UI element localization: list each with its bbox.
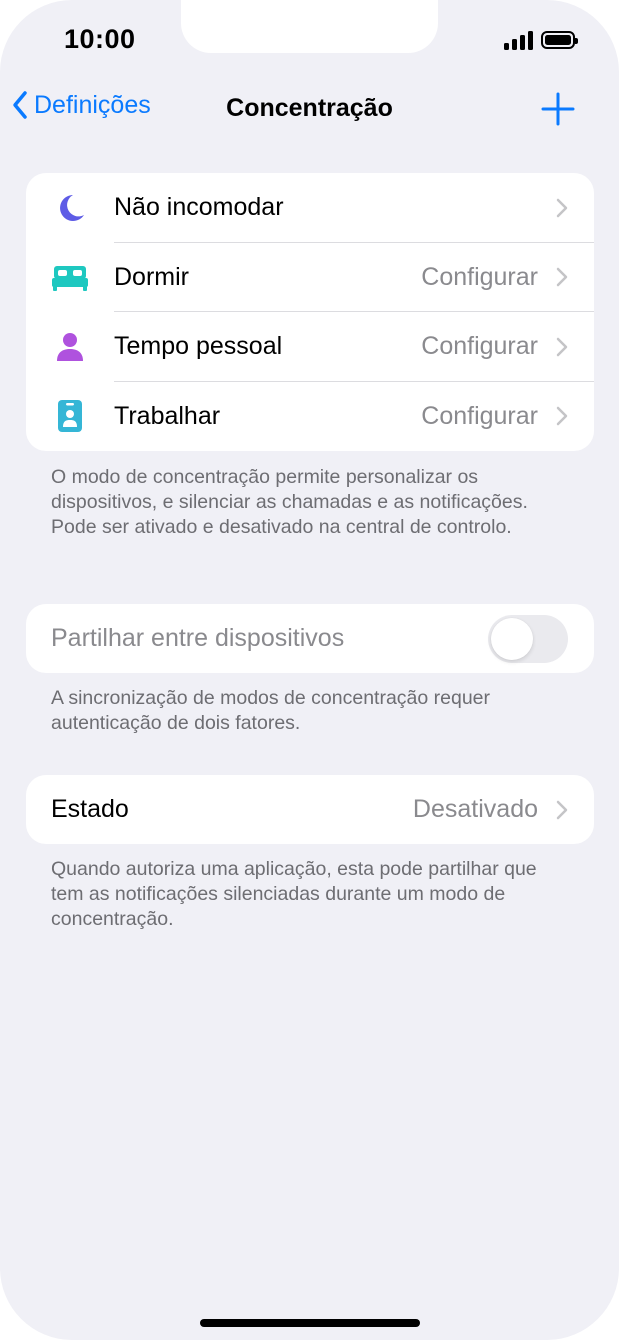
page-title: Concentração (226, 94, 393, 122)
focus-mode-label: Tempo pessoal (114, 332, 283, 361)
moon-icon (51, 189, 89, 227)
share-footer: A sincronização de modos de concentração… (51, 687, 491, 734)
focus-mode-value: Configurar (421, 401, 538, 430)
status-footer: Quando autoriza uma aplicação, esta pode… (51, 858, 537, 930)
chevron-right-icon (556, 268, 568, 287)
chevron-right-icon (556, 800, 568, 819)
focus-mode-label: Não incomodar (114, 193, 284, 222)
toggle-knob (491, 617, 533, 660)
status-icons (504, 30, 578, 50)
focus-mode-label: Dormir (114, 262, 189, 291)
focus-modes-list: Não incomodar Dormir Configurar Tempo pe… (26, 173, 594, 451)
status-label: Estado (51, 795, 129, 823)
focus-modes-footer: O modo de concentração permite personali… (51, 466, 528, 538)
notch (181, 0, 438, 53)
chevron-right-icon (556, 198, 568, 217)
status-group: Estado Desativado (26, 775, 594, 844)
focus-mode-trabalhar[interactable]: Trabalhar Configurar (26, 382, 594, 452)
chevron-right-icon (556, 407, 568, 426)
status-row[interactable]: Estado Desativado (26, 775, 594, 844)
add-button[interactable] (541, 92, 575, 126)
home-indicator[interactable] (200, 1319, 420, 1327)
share-toggle[interactable] (488, 614, 568, 663)
person-icon (51, 328, 89, 366)
chevron-right-icon (556, 337, 568, 356)
share-group: Partilhar entre dispositivos (26, 604, 594, 673)
focus-mode-value: Configurar (421, 262, 538, 291)
signal-icon (504, 30, 533, 50)
battery-icon (541, 31, 578, 49)
status-time: 10:00 (64, 24, 136, 54)
focus-mode-value: Configurar (421, 332, 538, 361)
status-value: Desativado (412, 795, 538, 823)
focus-mode-label: Trabalhar (114, 401, 221, 430)
focus-mode-dormir[interactable]: Dormir Configurar (26, 243, 594, 312)
phone-screen: 10:00 Definições Concentração Não incomo… (0, 0, 619, 1340)
focus-mode-nao-incomodar[interactable]: Não incomodar (26, 173, 594, 243)
share-label: Partilhar entre dispositivos (51, 624, 345, 652)
focus-mode-tempo-pessoal[interactable]: Tempo pessoal Configurar (26, 312, 594, 382)
bed-icon (51, 258, 89, 296)
share-row: Partilhar entre dispositivos (26, 604, 594, 673)
badge-icon (51, 397, 89, 435)
